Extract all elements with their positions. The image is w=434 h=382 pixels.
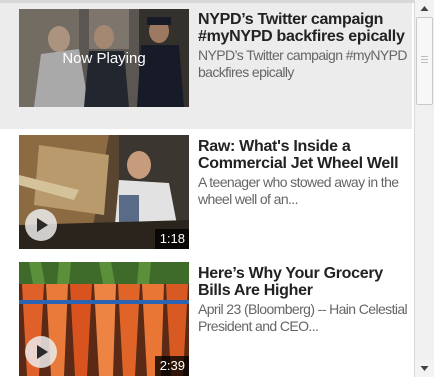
chevron-down-icon bbox=[420, 366, 429, 371]
scroll-down-button[interactable] bbox=[415, 360, 434, 377]
item-text: NYPD’s Twitter campaign #myNYPD backfire… bbox=[198, 11, 410, 81]
scroll-thumb-grip bbox=[421, 62, 428, 63]
video-description: April 23 (Bloomberg) -- Hain Celestial P… bbox=[198, 301, 408, 334]
video-thumbnail[interactable]: 2:39 bbox=[19, 262, 189, 376]
video-description: A teenager who stowed away in the wheel … bbox=[198, 174, 399, 207]
scroll-up-button[interactable] bbox=[415, 0, 434, 17]
now-playing-overlay: Now Playing bbox=[19, 9, 189, 107]
video-playlist: Now Playing NYPD’s Twitter campaign #myN… bbox=[0, 0, 412, 377]
item-text: Here’s Why Your Grocery Bills Are Higher… bbox=[198, 265, 410, 335]
video-description: NYPD’s Twitter campaign #myNYPD backfire… bbox=[198, 47, 407, 80]
video-title[interactable]: NYPD’s Twitter campaign #myNYPD backfire… bbox=[198, 11, 410, 45]
duration-badge: 1:18 bbox=[154, 229, 189, 249]
vertical-scrollbar[interactable] bbox=[414, 0, 434, 377]
playlist-item-now-playing[interactable]: Now Playing NYPD’s Twitter campaign #myN… bbox=[0, 3, 412, 129]
chevron-up-icon bbox=[420, 6, 429, 11]
playlist-item[interactable]: 2:39 Here’s Why Your Grocery Bills Are H… bbox=[0, 253, 412, 377]
item-text: Raw: What's Inside a Commercial Jet Whee… bbox=[198, 138, 410, 208]
scroll-thumb-grip bbox=[421, 56, 428, 57]
video-title[interactable]: Raw: What's Inside a Commercial Jet Whee… bbox=[198, 138, 410, 172]
scroll-thumb-grip bbox=[421, 59, 428, 60]
play-icon bbox=[37, 218, 48, 232]
video-thumbnail[interactable]: 1:18 bbox=[19, 135, 189, 249]
duration-badge: 2:39 bbox=[154, 356, 189, 376]
scroll-thumb[interactable] bbox=[416, 17, 433, 105]
video-title[interactable]: Here’s Why Your Grocery Bills Are Higher bbox=[198, 265, 410, 299]
play-button[interactable] bbox=[25, 209, 57, 241]
playlist-item[interactable]: 1:18 Raw: What's Inside a Commercial Jet… bbox=[0, 129, 412, 253]
play-icon bbox=[37, 345, 48, 359]
play-button[interactable] bbox=[25, 336, 57, 368]
video-thumbnail[interactable]: Now Playing bbox=[19, 9, 189, 107]
